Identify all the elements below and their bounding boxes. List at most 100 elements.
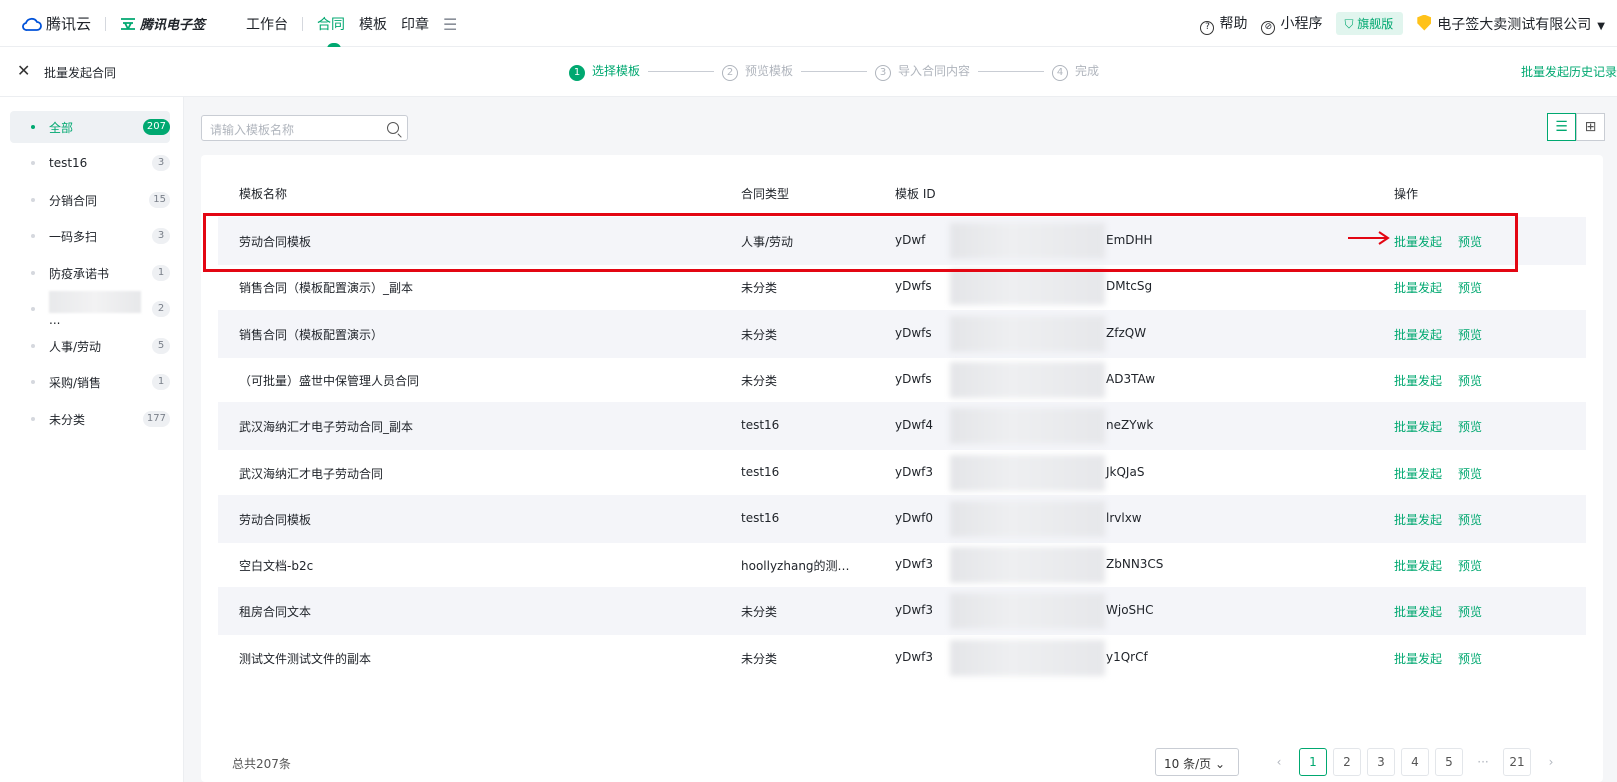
- step-bar: ✕ 批量发起合同 1 选择模板 2 预览模板 3 导入合同内容 4 完成 批量发起历史记…: [0, 47, 1617, 97]
- brand-esign-text: 腾讯电子签: [140, 18, 206, 33]
- brand-logo[interactable]: 腾讯云 腾讯电子签: [22, 13, 205, 34]
- batch-start-button[interactable]: 批量发起: [1394, 420, 1442, 434]
- batch-start-button[interactable]: 批量发起: [1394, 559, 1442, 573]
- template-id-tail: y1QrCf: [1106, 649, 1148, 664]
- template-id-tail: JkQJaS: [1106, 464, 1145, 479]
- shield-icon: [1417, 14, 1432, 31]
- page-button[interactable]: 4: [1401, 748, 1429, 776]
- preview-button[interactable]: 预览: [1458, 467, 1482, 481]
- row-actions: 批量发起 预览: [1394, 372, 1482, 389]
- step-number: 4: [1052, 64, 1069, 81]
- step-select-template: 1 选择模板: [569, 62, 640, 81]
- template-name: 武汉海纳汇才电子劳动合同_副本: [239, 420, 414, 435]
- nav-workbench[interactable]: 工作台: [246, 14, 288, 34]
- batch-start-button[interactable]: 批量发起: [1394, 281, 1442, 295]
- contract-type: 未分类: [741, 651, 778, 666]
- edition-badge[interactable]: ⛉ 旗舰版: [1336, 12, 1404, 35]
- preview-button[interactable]: 预览: [1458, 559, 1482, 573]
- topbar-right: ? 帮助 ⊘ 小程序 ⛉ 旗舰版 电子签大卖测试有限公司 ▼: [1200, 12, 1605, 35]
- header-type: 合同类型: [741, 187, 790, 201]
- count-badge: 177: [142, 411, 170, 427]
- redacted-id: [950, 315, 1105, 352]
- table-row: 武汉海纳汇才电子劳动合同_副本 test16 yDwf4 neZYwk 批量发起 预览: [218, 402, 1586, 451]
- count-badge: 3: [152, 228, 170, 244]
- preview-button[interactable]: 预览: [1458, 652, 1482, 666]
- sidebar-item-test16[interactable]: test16 3: [10, 147, 170, 179]
- bullet-icon: [31, 125, 35, 129]
- redacted-id: [950, 408, 1105, 445]
- bullet-icon: [31, 271, 35, 275]
- table-header: 模板名称 合同类型 模板 ID 操作: [201, 185, 1603, 205]
- step-number: 2: [722, 64, 739, 81]
- sidebar-item-distribution[interactable]: 分销合同 15: [10, 184, 170, 216]
- preview-button[interactable]: 预览: [1458, 605, 1482, 619]
- preview-button[interactable]: 预览: [1458, 281, 1482, 295]
- template-id-tail: AD3TAw: [1106, 371, 1156, 386]
- page-button[interactable]: 21: [1503, 748, 1531, 776]
- menu-icon[interactable]: ☰: [443, 15, 457, 34]
- preview-button[interactable]: 预览: [1458, 420, 1482, 434]
- preview-button[interactable]: 预览: [1458, 374, 1482, 388]
- count-badge: 2: [152, 301, 170, 317]
- row-actions: 批量发起 预览: [1394, 511, 1482, 528]
- grid-view-icon[interactable]: ⊞: [1576, 113, 1605, 141]
- batch-start-button[interactable]: 批量发起: [1394, 328, 1442, 342]
- top-navigation-bar: 腾讯云 腾讯电子签 工作台 合同 模板 印章 ☰ ? 帮助 ⊘ 小程序 ⛉ 旗舰版 …: [0, 0, 1617, 49]
- batch-start-button[interactable]: 批量发起: [1394, 605, 1442, 619]
- row-actions: 批量发起 预览: [1394, 603, 1482, 620]
- redacted-id: [950, 500, 1105, 537]
- sidebar-item-uncategorized[interactable]: 未分类 177: [10, 403, 170, 435]
- preview-button[interactable]: 预览: [1458, 328, 1482, 342]
- nav-divider: [302, 17, 303, 31]
- step-connector: [801, 70, 868, 72]
- batch-start-button[interactable]: 批量发起: [1394, 513, 1442, 527]
- batch-start-button[interactable]: 批量发起: [1394, 374, 1442, 388]
- sidebar-item-label: 分销合同: [49, 193, 98, 208]
- list-view-icon[interactable]: ☰: [1547, 113, 1576, 141]
- sidebar-item-all[interactable]: 全部 207: [10, 111, 170, 143]
- nav-contract[interactable]: 合同: [317, 14, 345, 49]
- page-button[interactable]: 1: [1299, 748, 1327, 776]
- help-link[interactable]: ? 帮助: [1200, 13, 1247, 35]
- step-number: 1: [569, 64, 585, 81]
- step-label: 预览模板: [745, 64, 794, 78]
- sidebar-item-label: 全部: [49, 120, 74, 135]
- page-size-select[interactable]: 10 条/页 ⌄: [1155, 748, 1239, 776]
- nav-seal[interactable]: 印章: [401, 14, 429, 34]
- search-input[interactable]: 请输入模板名称: [201, 115, 408, 141]
- count-badge: 1: [152, 374, 170, 390]
- contract-type: hoollyzhang的测…: [741, 559, 850, 574]
- template-name: 空白文档-b2c: [239, 559, 314, 574]
- header-op: 操作: [1394, 187, 1419, 201]
- bullet-icon: [31, 417, 35, 421]
- next-page-button[interactable]: ›: [1537, 748, 1565, 776]
- search-icon[interactable]: [387, 122, 399, 134]
- sidebar-item-multiscan[interactable]: 一码多扫 3: [10, 220, 170, 252]
- sidebar-item-label: ...: [49, 291, 152, 327]
- sidebar-item-purchase[interactable]: 采购/销售 1: [10, 366, 170, 398]
- template-id-tail: ZfzQW: [1106, 325, 1147, 340]
- miniprogram-link[interactable]: ⊘ 小程序: [1261, 13, 1322, 35]
- table-row: 空白文档-b2c hoollyzhang的测… yDwf3 ZbNN3CS 批量发起 预览: [218, 541, 1586, 589]
- sidebar-item-label: test16: [49, 156, 88, 170]
- sidebar-item-epidemic[interactable]: 防疫承诺书 1: [10, 257, 170, 289]
- nav-template[interactable]: 模板: [359, 14, 387, 34]
- close-icon[interactable]: ✕: [17, 61, 30, 80]
- redacted-id: [950, 593, 1105, 630]
- page-button[interactable]: 2: [1333, 748, 1361, 776]
- sidebar-item-redacted[interactable]: ... 2: [10, 291, 170, 327]
- batch-start-button[interactable]: 批量发起: [1394, 467, 1442, 481]
- page-ellipsis[interactable]: ···: [1469, 748, 1497, 776]
- batch-start-button[interactable]: 批量发起: [1394, 652, 1442, 666]
- prev-page-button[interactable]: ‹: [1265, 748, 1293, 776]
- company-switcher[interactable]: 电子签大卖测试有限公司 ▼: [1417, 14, 1605, 34]
- header-name: 模板名称: [239, 187, 288, 201]
- batch-history-link[interactable]: 批量发起历史记录: [1521, 63, 1617, 80]
- page-button[interactable]: 3: [1367, 748, 1395, 776]
- sidebar-item-hr[interactable]: 人事/劳动 5: [10, 330, 170, 362]
- page-button[interactable]: 5: [1435, 748, 1463, 776]
- bullet-icon: [31, 307, 35, 311]
- template-id-head: yDwf3: [895, 557, 934, 572]
- preview-button[interactable]: 预览: [1458, 513, 1482, 527]
- template-id-tail: DMtcSg: [1106, 279, 1153, 294]
